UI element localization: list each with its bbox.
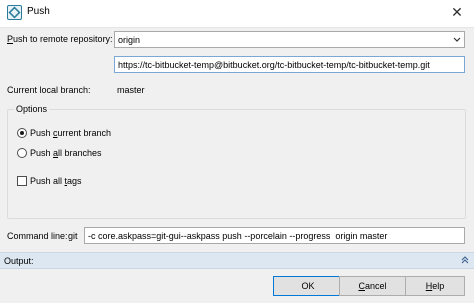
git-gui-icon [7,5,22,20]
push-all-branches-label: Push all branches [30,148,102,158]
command-line-input[interactable] [85,228,464,243]
output-panel-header[interactable]: Output: [0,252,474,269]
close-button[interactable]: ✕ [448,3,466,21]
cancel-button[interactable]: Cancel [339,276,406,296]
push-dialog: Push to remote repository: origin Curren… [0,28,474,303]
push-current-branch-option[interactable]: Push current branch [17,126,111,140]
command-line-field[interactable] [84,227,465,244]
title-bar: Push ✕ [0,0,474,28]
output-label: Output: [4,256,34,266]
push-current-branch-label: Push current branch [30,128,112,138]
chevron-down-icon [453,37,461,42]
current-branch-value: master [117,85,145,95]
push-all-branches-radio[interactable] [17,148,27,158]
options-title: Options [14,104,50,114]
command-program: git [68,231,78,241]
push-all-tags-option[interactable]: Push all tags [17,174,82,188]
remote-url-field[interactable] [114,56,465,73]
current-branch-label: Current local branch: [7,85,91,95]
remote-url-input[interactable] [115,57,464,72]
double-chevron-up-icon[interactable] [460,255,470,265]
remote-label: Push to remote repository: [7,34,113,44]
help-button[interactable]: Help [405,276,465,296]
command-line-label: Command line: [7,231,68,241]
close-icon: ✕ [451,4,463,20]
push-all-tags-checkbox[interactable] [17,176,27,186]
window-title: Push [27,6,50,17]
remote-select[interactable]: origin [114,31,465,48]
ok-button[interactable]: OK [273,276,343,296]
push-current-branch-radio[interactable] [17,128,27,138]
remote-select-value: origin [118,35,141,45]
options-group: Options Push current branch Push all bra… [7,104,466,219]
push-all-branches-option[interactable]: Push all branches [17,146,102,160]
push-all-tags-label: Push all tags [30,176,82,186]
